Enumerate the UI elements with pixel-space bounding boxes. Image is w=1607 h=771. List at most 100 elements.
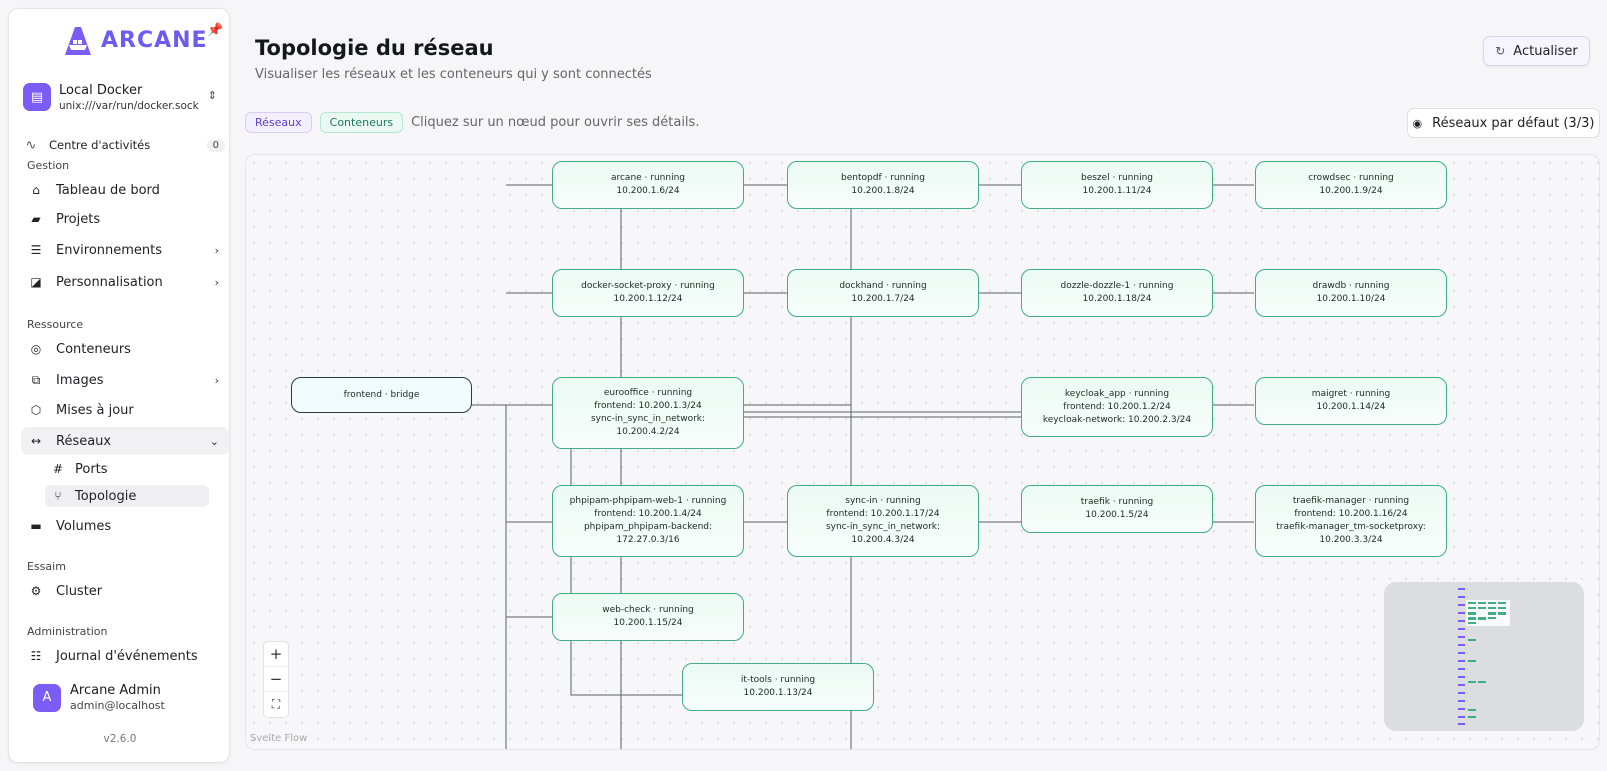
node-title: web-check · running — [602, 605, 694, 615]
environment-socket: unix:///var/run/docker.sock — [59, 99, 199, 112]
arcane-logo-icon — [65, 27, 91, 55]
node-crowdsec[interactable]: crowdsec · running 10.200.1.9/24 — [1255, 161, 1447, 209]
eye-icon: ◉ — [1412, 116, 1423, 130]
nav-topology[interactable]: ⑂ Topologie — [45, 485, 209, 507]
node-ip: 10.200.1.9/24 — [1319, 186, 1383, 196]
legend-hint: Cliquez sur un nœud pour ouvrir ses déta… — [411, 115, 700, 130]
node-dozzle[interactable]: dozzle-dozzle-1 · running 10.200.1.18/24 — [1021, 269, 1213, 317]
node-title: sync-in · running — [845, 496, 921, 506]
nav-images[interactable]: ⧉ Images › — [21, 366, 229, 394]
node-ip: 10.200.1.12/24 — [613, 294, 683, 304]
nav-projects[interactable]: ▰ Projets — [21, 205, 229, 233]
nav-containers[interactable]: ◎ Conteneurs — [21, 335, 229, 363]
refresh-button-label: Actualiser — [1513, 43, 1578, 59]
hash-icon: # — [52, 462, 64, 476]
pin-icon[interactable]: 📌 — [207, 23, 223, 38]
activity-icon: ∿ — [25, 137, 37, 153]
minimap-graph — [1458, 588, 1510, 725]
node-bentopdf[interactable]: bentopdf · running 10.200.1.8/24 — [787, 161, 979, 209]
nav-environments-label: Environnements — [56, 242, 163, 258]
node-maigret[interactable]: maigret · running 10.200.1.14/24 — [1255, 377, 1447, 425]
package-icon: ⬡ — [30, 403, 42, 417]
minus-icon[interactable]: − — [264, 667, 288, 692]
avatar: A — [33, 683, 61, 712]
legend: Réseaux Conteneurs Cliquez sur un nœud p… — [245, 112, 699, 133]
network-icon: ↔ — [30, 434, 42, 448]
nav-events[interactable]: ☷ Journal d'événements — [21, 642, 229, 670]
node-ip: 10.200.1.8/24 — [851, 186, 915, 196]
nav-ports-label: Ports — [75, 461, 108, 477]
nav-networks[interactable]: ↔ Réseaux ⌄ — [21, 427, 229, 455]
node-it-tools[interactable]: it-tools · running 10.200.1.13/24 — [682, 663, 874, 711]
topology-canvas[interactable]: frontend · bridge arcane · running 10.20… — [245, 154, 1600, 750]
node-title: docker-socket-proxy · running — [581, 281, 715, 291]
arcane-logo[interactable]: ARCANE — [61, 23, 208, 57]
node-title: it-tools · running — [740, 675, 816, 685]
nav-dashboard-label: Tableau de bord — [56, 182, 160, 198]
node-drawdb[interactable]: drawdb · running 10.200.1.10/24 — [1255, 269, 1447, 317]
node-arcane[interactable]: arcane · running 10.200.1.6/24 — [552, 161, 744, 209]
node-traefik[interactable]: traefik · running 10.200.1.5/24 — [1021, 485, 1213, 533]
node-docker-socket-proxy[interactable]: docker-socket-proxy · running 10.200.1.1… — [552, 269, 744, 317]
chevrons-up-down-icon: ⇕ — [207, 89, 217, 102]
node-network: keycloak-network: 10.200.2.3/24 — [1042, 414, 1192, 425]
node-web-check[interactable]: web-check · running 10.200.1.15/24 — [552, 593, 744, 641]
node-beszel[interactable]: beszel · running 10.200.1.11/24 — [1021, 161, 1213, 209]
layers-icon: ⧉ — [31, 372, 41, 387]
node-frontend[interactable]: frontend · bridge — [291, 377, 472, 413]
nav-volumes[interactable]: ▬ Volumes — [21, 512, 229, 540]
activity-count-badge: 0 — [206, 138, 225, 152]
node-keycloak[interactable]: keycloak_app · running frontend: 10.200.… — [1021, 377, 1213, 437]
activity-center[interactable]: ∿ Centre d'activités 0 — [21, 133, 225, 157]
node-phpipam[interactable]: phpipam-phpipam-web-1 · running frontend… — [552, 485, 744, 557]
node-dockhand[interactable]: dockhand · running 10.200.1.7/24 — [787, 269, 979, 317]
user-menu[interactable]: A Arcane Admin admin@localhost — [33, 683, 165, 712]
environment-name: Local Docker — [59, 82, 143, 98]
refresh-button[interactable]: ↻ Actualiser — [1483, 36, 1590, 66]
default-networks-button[interactable]: ◉ Réseaux par défaut (3/3) — [1407, 108, 1600, 138]
node-network: sync-in_sync_in_network: — [825, 522, 941, 532]
arcane-logo-text: ARCANE — [101, 27, 208, 53]
node-network: sync-in_sync_in_network: — [590, 414, 706, 424]
plus-icon[interactable]: + — [264, 642, 288, 667]
nav-cluster[interactable]: ⚙ Cluster — [21, 577, 229, 605]
node-traefik-manager[interactable]: traefik-manager · running frontend: 10.2… — [1255, 485, 1447, 557]
node-title: drawdb · running — [1312, 281, 1390, 291]
nav-customization[interactable]: ◪ Personnalisation › — [21, 268, 229, 296]
legend-networks-badge: Réseaux — [245, 112, 312, 133]
nav-ports[interactable]: # Ports — [45, 458, 209, 480]
node-title: bentopdf · running — [841, 173, 925, 183]
nav-dashboard[interactable]: ⌂ Tableau de bord — [21, 176, 229, 204]
default-networks-label: Réseaux par défaut (3/3) — [1432, 115, 1595, 131]
nav-images-label: Images — [56, 372, 104, 388]
folder-icon: ▰ — [31, 212, 41, 226]
node-title: crowdsec · running — [1308, 173, 1394, 183]
node-title: maigret · running — [1311, 389, 1391, 399]
nav-events-label: Journal d'événements — [56, 648, 198, 664]
section-gestion: Gestion — [27, 159, 70, 172]
environment-switcher[interactable]: ▤ Local Docker unix:///var/run/docker.so… — [23, 77, 223, 117]
database-icon: ☰ — [30, 243, 42, 257]
node-ip: 172.27.0.3/16 — [616, 535, 680, 545]
container-icon: ◎ — [30, 342, 42, 356]
nav-updates[interactable]: ⬡ Mises à jour — [21, 396, 229, 424]
chevron-right-icon: › — [214, 275, 219, 289]
node-ip: 10.200.1.18/24 — [1082, 294, 1152, 304]
node-title: dockhand · running — [839, 281, 927, 291]
node-ip: frontend: 10.200.1.3/24 — [594, 401, 702, 411]
node-sync-in[interactable]: sync-in · running frontend: 10.200.1.17/… — [787, 485, 979, 557]
palette-icon: ◪ — [30, 275, 42, 289]
fit-view-icon[interactable]: ⛶ — [264, 692, 288, 717]
node-title: eurooffice · running — [603, 388, 693, 398]
flow-attribution[interactable]: Svelte Flow — [250, 733, 307, 744]
node-ip: frontend: 10.200.1.4/24 — [594, 509, 702, 519]
zoom-controls: + − ⛶ — [263, 641, 289, 718]
minimap[interactable] — [1384, 582, 1584, 731]
node-eurooffice[interactable]: eurooffice · running frontend: 10.200.1.… — [552, 377, 744, 449]
nav-environments[interactable]: ☰ Environnements › — [21, 236, 229, 264]
node-ip: frontend: 10.200.1.16/24 — [1294, 509, 1408, 519]
cluster-icon: ⚙ — [30, 584, 42, 598]
node-title: phpipam-phpipam-web-1 · running — [569, 496, 727, 506]
node-title: beszel · running — [1080, 173, 1153, 183]
activity-label: Centre d'activités — [49, 138, 151, 152]
